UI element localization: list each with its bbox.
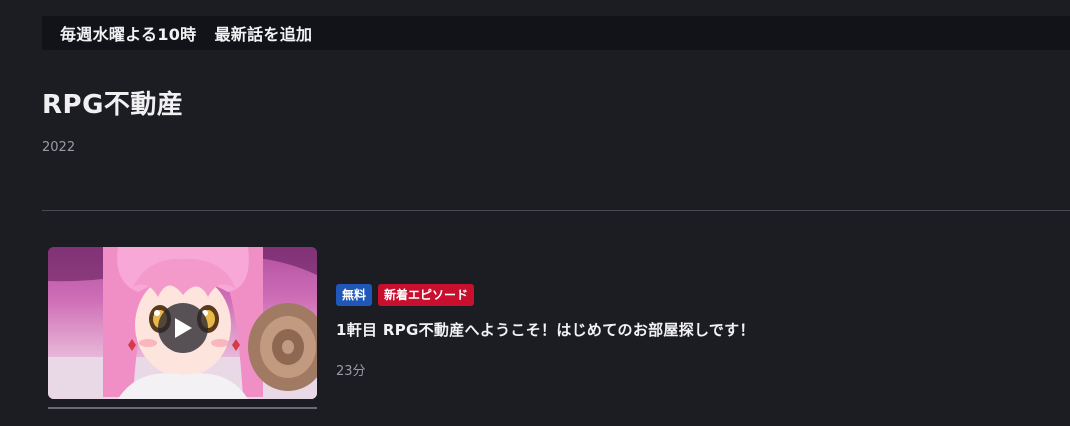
broadcast-schedule-text: 毎週水曜よる10時 <box>60 25 197 44</box>
broadcast-notice-bar: 毎週水曜よる10時 最新話を追加 <box>42 16 1070 50</box>
section-divider <box>42 210 1070 211</box>
episode-thumbnail[interactable] <box>48 247 317 399</box>
episode-title[interactable]: 1軒目 RPG不動産へようこそ！はじめてのお部屋探しです！ <box>336 319 755 340</box>
episode-card[interactable]: 無料 新着エピソード 1軒目 RPG不動産へようこそ！はじめてのお部屋探しです！… <box>48 247 768 409</box>
series-page: 毎週水曜よる10時 最新話を追加 RPG不動産 2022 無料 新着エピソード … <box>0 0 1070 426</box>
episode-duration: 23分 <box>336 364 366 379</box>
series-title: RPG不動産 <box>42 90 184 120</box>
episode-badges: 無料 新着エピソード <box>336 284 475 306</box>
series-year: 2022 <box>42 140 76 155</box>
play-button[interactable] <box>158 303 208 353</box>
latest-episode-notice-text: 最新話を追加 <box>214 25 313 44</box>
free-badge: 無料 <box>336 284 373 306</box>
play-icon <box>175 318 192 338</box>
watch-progress-track <box>48 407 317 409</box>
new-episode-badge: 新着エピソード <box>378 284 475 306</box>
